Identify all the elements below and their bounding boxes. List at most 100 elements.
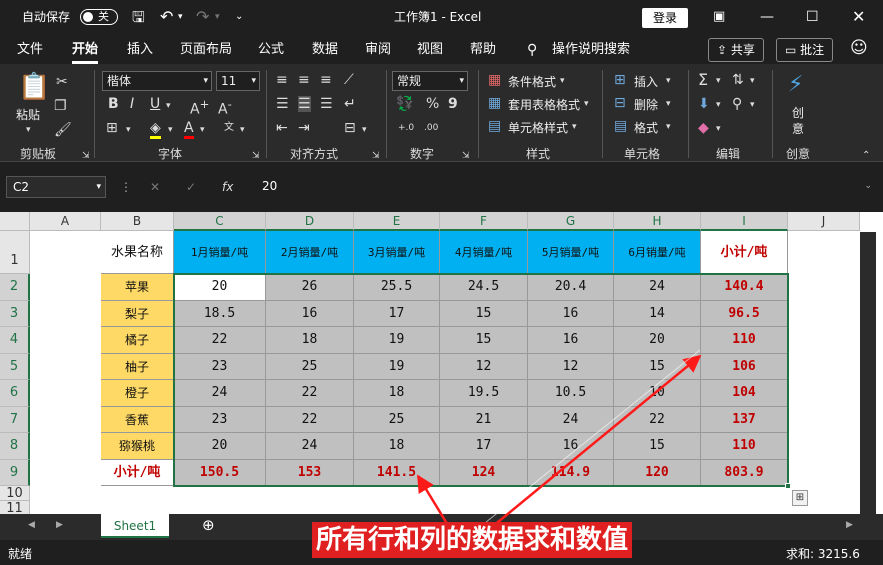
table-cell[interactable]: 17 [440, 433, 528, 460]
table-cell[interactable]: 26 [266, 274, 354, 301]
ideas-button-line2[interactable]: 意 [792, 120, 804, 137]
row-total-cell[interactable]: 106 [701, 353, 788, 380]
column-total-cell[interactable]: 153 [266, 459, 354, 486]
clear-icon[interactable]: ◆ [698, 120, 709, 136]
row-header-2[interactable]: 2 [0, 274, 30, 301]
formula-input[interactable]: 20 ⌄ [252, 176, 876, 198]
tab-page-layout[interactable]: 页面布局 [180, 40, 232, 60]
table-cell[interactable]: 16 [528, 327, 614, 354]
increase-decimal-icon[interactable]: +.0 [398, 120, 414, 136]
align-bottom-icon[interactable]: ≡ [320, 72, 332, 88]
italic-icon[interactable]: I [130, 96, 134, 112]
table-cell[interactable]: 24.5 [440, 274, 528, 301]
row-header-3[interactable]: 3 [0, 300, 30, 327]
table-cell[interactable]: 18.5 [174, 300, 266, 327]
phonetic-dropdown-icon[interactable]: ▾ [240, 122, 245, 138]
find-select-icon[interactable]: ⚲ [732, 96, 742, 112]
conditional-format-icon[interactable]: ▦ [488, 72, 501, 88]
tab-help[interactable]: 帮助 [470, 40, 496, 60]
table-cell[interactable]: 19 [354, 353, 440, 380]
table-cell[interactable]: 16 [528, 433, 614, 460]
table-cell[interactable]: 22 [266, 380, 354, 407]
grand-total-cell[interactable]: 803.9 [701, 459, 788, 486]
row-total-cell[interactable]: 96.5 [701, 300, 788, 327]
format-as-table-button[interactable]: 套用表格格式 [508, 96, 580, 113]
tab-insert[interactable]: 插入 [127, 40, 153, 60]
header-cell-month-2[interactable]: 2月销量/吨 [266, 231, 354, 274]
borders-icon[interactable]: ⊞ [106, 120, 118, 136]
chevron-down-icon[interactable]: ▾ [666, 73, 671, 89]
merge-dropdown-icon[interactable]: ▾ [362, 122, 367, 138]
percent-icon[interactable]: % [426, 96, 439, 112]
table-cell[interactable]: 20 [614, 327, 701, 354]
undo-icon[interactable]: ↶ [160, 0, 173, 34]
comments-button[interactable]: ▭ 批注 [776, 38, 834, 62]
insert-cells-icon[interactable]: ⊞ [614, 72, 626, 88]
column-total-cell[interactable]: 141.5 [354, 459, 440, 486]
table-cell[interactable]: 19 [354, 327, 440, 354]
table-cell[interactable]: 18 [354, 380, 440, 407]
table-cell[interactable]: 23 [174, 406, 266, 433]
ideas-lightning-icon[interactable]: ⚡ [788, 72, 803, 98]
table-cell[interactable]: 22 [614, 406, 701, 433]
table-row-name[interactable]: 猕猴桃 [101, 433, 174, 460]
row-total-cell[interactable]: 140.4 [701, 274, 788, 301]
table-cell[interactable]: 12 [528, 353, 614, 380]
tab-view[interactable]: 视图 [417, 40, 443, 60]
format-table-icon[interactable]: ▦ [488, 95, 501, 111]
shrink-font-icon[interactable]: A- [218, 96, 232, 118]
table-cell[interactable]: 17 [354, 300, 440, 327]
formula-bar-options-icon[interactable]: ⋮ [120, 180, 132, 194]
table-cell[interactable]: 18 [266, 327, 354, 354]
align-center-icon[interactable]: ☰ [298, 96, 311, 112]
align-right-icon[interactable]: ☰ [320, 96, 333, 112]
wrap-text-icon[interactable]: ↵ [344, 96, 356, 112]
column-header-c[interactable]: C [174, 212, 266, 231]
column-header-h[interactable]: H [614, 212, 701, 231]
copy-icon[interactable]: ❐ [54, 98, 67, 114]
table-cell[interactable]: 25 [266, 353, 354, 380]
row-total-cell[interactable]: 104 [701, 380, 788, 407]
table-cell[interactable]: 20 [174, 274, 266, 301]
table-cell[interactable]: 15 [614, 433, 701, 460]
chevron-down-icon[interactable]: ▾ [666, 119, 671, 135]
font-color-icon[interactable]: A [184, 120, 194, 139]
conditional-format-button[interactable]: 条件格式 [508, 73, 556, 90]
redo-icon[interactable]: ↷ [196, 0, 209, 34]
table-row-name[interactable]: 梨子 [101, 300, 174, 327]
row-total-cell[interactable]: 137 [701, 406, 788, 433]
row-header-7[interactable]: 7 [0, 406, 30, 433]
row-header-1[interactable]: 1 [0, 231, 30, 274]
redo-dropdown-icon[interactable]: ▾ [215, 0, 220, 34]
table-cell[interactable]: 24 [266, 433, 354, 460]
column-header-i[interactable]: I [701, 212, 788, 231]
insert-function-icon[interactable]: fx [222, 180, 233, 194]
column-total-cell[interactable]: 150.5 [174, 459, 266, 486]
tab-home[interactable]: 开始 [72, 40, 99, 64]
align-middle-icon[interactable]: ≡ [298, 72, 310, 88]
header-cell-month-6[interactable]: 6月销量/吨 [614, 231, 701, 274]
table-cell[interactable]: 15 [440, 300, 528, 327]
table-cell[interactable]: 21 [440, 406, 528, 433]
table-row-name[interactable]: 橙子 [101, 380, 174, 407]
autosave-toggle[interactable]: 关 [80, 9, 118, 25]
column-header-e[interactable]: E [354, 212, 440, 231]
totals-row-label[interactable]: 小计/吨 [101, 459, 174, 486]
format-cells-button[interactable]: 格式 [634, 119, 658, 136]
insert-cells-button[interactable]: 插入 [634, 73, 658, 90]
sheet-tab-sheet1[interactable]: Sheet1 [101, 514, 169, 538]
table-cell[interactable]: 22 [266, 406, 354, 433]
align-left-icon[interactable]: ☰ [276, 96, 289, 112]
paste-label[interactable]: 粘贴 [16, 106, 40, 123]
orientation-icon[interactable]: ⟋ [344, 72, 354, 88]
header-cell-subtotal[interactable]: 小计/吨 [701, 231, 788, 274]
row-total-cell[interactable]: 110 [701, 433, 788, 460]
confirm-formula-icon[interactable]: ✓ [186, 180, 196, 194]
column-header-f[interactable]: F [440, 212, 528, 231]
new-sheet-icon[interactable]: ⊕ [202, 516, 215, 534]
delete-cells-icon[interactable]: ⊟ [614, 95, 626, 111]
maximize-icon[interactable]: ☐ [806, 0, 819, 34]
table-cell[interactable]: 23 [174, 353, 266, 380]
table-cell[interactable]: 10 [614, 380, 701, 407]
borders-dropdown-icon[interactable]: ▾ [126, 122, 131, 138]
